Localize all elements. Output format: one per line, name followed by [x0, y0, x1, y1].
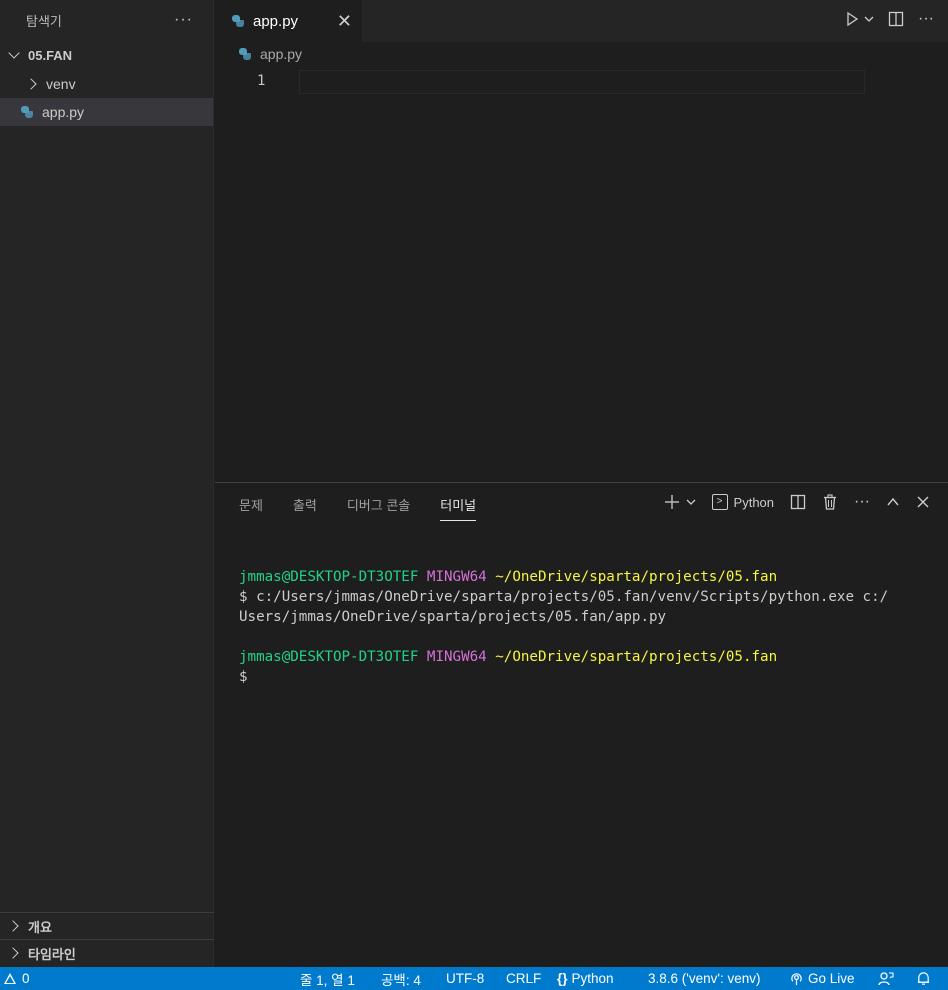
explorer-header: 탐색기 ···	[0, 0, 213, 40]
python-file-icon	[238, 47, 252, 61]
indentation-status[interactable]: 공백: 4	[381, 969, 421, 989]
split-editor-icon[interactable]	[888, 11, 904, 27]
breadcrumb-label: app.py	[260, 46, 303, 62]
more-actions-icon[interactable]: ···	[174, 11, 193, 29]
breadcrumb[interactable]: app.py	[238, 46, 302, 62]
editor-tab-bar: app.py ✕ ···	[215, 0, 948, 42]
tab-debug-console[interactable]: 디버그 콘솔	[347, 495, 410, 521]
close-tab-icon[interactable]: ✕	[337, 11, 352, 32]
terminal-icon: >	[711, 494, 728, 510]
terminal-profile-chevron-down-icon[interactable]	[686, 497, 696, 507]
cursor-position[interactable]: 줄 1, 열 1	[300, 969, 355, 989]
timeline-label: 타임라인	[28, 946, 76, 962]
line-number: 1	[257, 73, 266, 89]
encoding-status[interactable]: UTF-8	[446, 971, 484, 986]
terminal-path: ~/OneDrive/sparta/projects/05.fan	[495, 569, 778, 585]
tree-item-label: venv	[46, 76, 76, 92]
tree-item-label: app.py	[42, 104, 85, 120]
timeline-section[interactable]: 타임라인	[0, 939, 214, 966]
terminal-env: MINGW64	[426, 569, 487, 585]
problems-count: 0	[22, 971, 30, 986]
panel-actions: > Python ···	[664, 493, 930, 511]
editor-tab-app-py[interactable]: app.py ✕	[215, 0, 362, 42]
split-terminal-icon[interactable]	[790, 494, 806, 510]
more-actions-icon[interactable]: ···	[854, 493, 870, 511]
terminal-line: Users/jmmas/OneDrive/sparta/projects/05.…	[239, 609, 667, 625]
feedback-icon[interactable]	[878, 971, 894, 987]
language-label: Python	[571, 971, 614, 986]
tab-terminal[interactable]: 터미널	[440, 495, 477, 521]
problems-status[interactable]: 0	[4, 971, 30, 986]
warning-icon	[4, 973, 16, 984]
chevron-right-icon	[6, 945, 22, 961]
chevron-down-icon	[6, 47, 22, 63]
python-interpreter[interactable]: 3.8.6 ('venv': venv)	[648, 971, 760, 986]
outline-label: 개요	[28, 919, 52, 935]
tree-item-venv[interactable]: venv	[0, 70, 213, 98]
broadcast-icon	[791, 973, 802, 986]
close-panel-icon[interactable]	[916, 495, 930, 509]
workspace-folder-label: 05.FAN	[28, 47, 73, 63]
chevron-right-icon	[24, 76, 40, 92]
eol-status[interactable]: CRLF	[506, 971, 541, 986]
chevron-right-icon	[6, 918, 22, 934]
run-python-file-icon[interactable]	[844, 11, 860, 27]
terminal-line: $ c:/Users/jmmas/OneDrive/sparta/project…	[239, 589, 889, 605]
workspace-folder[interactable]: 05.FAN	[0, 40, 213, 70]
go-live-button[interactable]: Go Live	[789, 971, 855, 986]
more-actions-icon[interactable]: ···	[918, 10, 934, 28]
outline-section[interactable]: 개요	[0, 912, 214, 939]
explorer-sidebar: 탐색기 ··· 05.FAN venv app.py 개요 타임라인	[0, 0, 214, 967]
terminal-line: jmmas@DESKTOP-DT3OTEF MINGW64 ~/OneDrive…	[239, 647, 888, 667]
terminal-path: ~/OneDrive/sparta/projects/05.fan	[495, 649, 778, 665]
trash-icon[interactable]	[822, 494, 838, 510]
bottom-panel: 문제 출력 디버그 콘솔 터미널 > Python ··· jmmas@DESK…	[215, 482, 948, 967]
status-bar: 0 줄 1, 열 1 공백: 4 UTF-8 CRLF {} Python 3.…	[0, 967, 948, 990]
run-options-chevron-down-icon[interactable]	[864, 14, 874, 24]
python-file-icon	[20, 105, 34, 119]
terminal-user: jmmas@DESKTOP-DT3OTEF	[239, 569, 419, 585]
terminal-selector[interactable]: > Python	[711, 494, 775, 510]
terminal-name: Python	[733, 494, 775, 510]
editor-actions: ···	[844, 10, 934, 28]
maximize-panel-chevron-up-icon[interactable]	[886, 495, 900, 509]
explorer-title: 탐색기	[26, 13, 62, 29]
tab-label: app.py	[253, 12, 299, 30]
python-file-icon	[231, 14, 245, 28]
notifications-bell-icon[interactable]	[916, 971, 931, 986]
language-mode[interactable]: {} Python	[557, 971, 614, 986]
terminal-output[interactable]: jmmas@DESKTOP-DT3OTEF MINGW64 ~/OneDrive…	[239, 567, 888, 687]
terminal-prompt: $	[239, 669, 248, 685]
terminal-user: jmmas@DESKTOP-DT3OTEF	[239, 649, 419, 665]
braces-icon: {}	[557, 971, 568, 986]
new-terminal-plus-icon[interactable]	[664, 494, 680, 510]
terminal-line: jmmas@DESKTOP-DT3OTEF MINGW64 ~/OneDrive…	[239, 567, 888, 587]
terminal-env: MINGW64	[426, 649, 487, 665]
current-line-highlight[interactable]	[299, 70, 865, 94]
tree-item-app-py[interactable]: app.py	[0, 98, 213, 126]
go-live-label: Go Live	[808, 971, 855, 986]
tab-output[interactable]: 출력	[293, 495, 317, 521]
panel-tabs: 문제 출력 디버그 콘솔 터미널	[239, 495, 477, 521]
tab-problems[interactable]: 문제	[239, 495, 263, 521]
